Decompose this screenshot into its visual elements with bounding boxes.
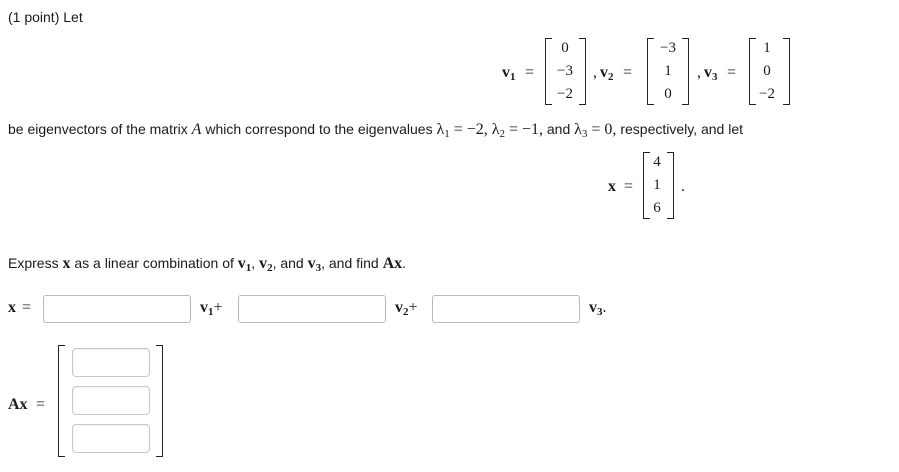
- ax-right-bracket: [156, 345, 163, 457]
- v2-left-bracket: [647, 38, 654, 105]
- vector-separator: ,: [593, 64, 597, 81]
- ax-entry-1-input[interactable]: [72, 348, 150, 377]
- express-instruction: Express x as a linear combination of v1,…: [8, 255, 407, 274]
- v1-entry-3: −2: [557, 86, 573, 102]
- coefficient-1-input[interactable]: [43, 295, 191, 323]
- answer-v2-label: v2+: [395, 299, 418, 318]
- answer-x-label: x: [8, 299, 16, 316]
- v2-label: v2: [600, 64, 614, 83]
- v1-entry-2: −3: [557, 63, 573, 79]
- v2-entry-3: 0: [664, 86, 672, 102]
- v3-right-bracket: [783, 38, 790, 105]
- v1-label: v1: [502, 64, 516, 83]
- eigenvalue-sentence: be eigenvectors of the matrix A which co…: [8, 121, 744, 140]
- v3-entry-2: 0: [763, 63, 771, 79]
- v3-entry-1: 1: [763, 40, 771, 56]
- ax-label: Ax: [8, 396, 28, 413]
- v1-equals: =: [525, 64, 535, 81]
- coefficient-2-input[interactable]: [238, 295, 386, 323]
- v1-right-bracket: [579, 38, 586, 105]
- vector-separator: ,: [697, 64, 701, 81]
- ax-entry-3-input[interactable]: [72, 424, 150, 453]
- v3-equals: =: [727, 64, 737, 81]
- x-right-bracket: [667, 152, 674, 219]
- ax-left-bracket: [58, 345, 65, 457]
- ax-entry-2-input[interactable]: [72, 386, 150, 415]
- v2-equals: =: [623, 64, 633, 81]
- answer-v3-label: v3.: [589, 299, 607, 318]
- v3-label: v3: [704, 64, 718, 83]
- answer-v1-label: v1+: [200, 299, 223, 318]
- x-equals: =: [624, 178, 634, 195]
- points-label: (1 point) Let: [8, 9, 83, 25]
- coefficient-3-input[interactable]: [432, 295, 580, 323]
- v2-right-bracket: [682, 38, 689, 105]
- v2-entry-1: −3: [660, 40, 676, 56]
- answer-x-equals: =: [22, 299, 32, 316]
- v2-entry-2: 1: [664, 63, 672, 79]
- v1-entry-1: 0: [561, 40, 569, 56]
- v3-entry-3: −2: [759, 86, 775, 102]
- x-period: .: [681, 178, 685, 195]
- ax-equals: =: [36, 396, 46, 413]
- x-label: x: [608, 178, 616, 195]
